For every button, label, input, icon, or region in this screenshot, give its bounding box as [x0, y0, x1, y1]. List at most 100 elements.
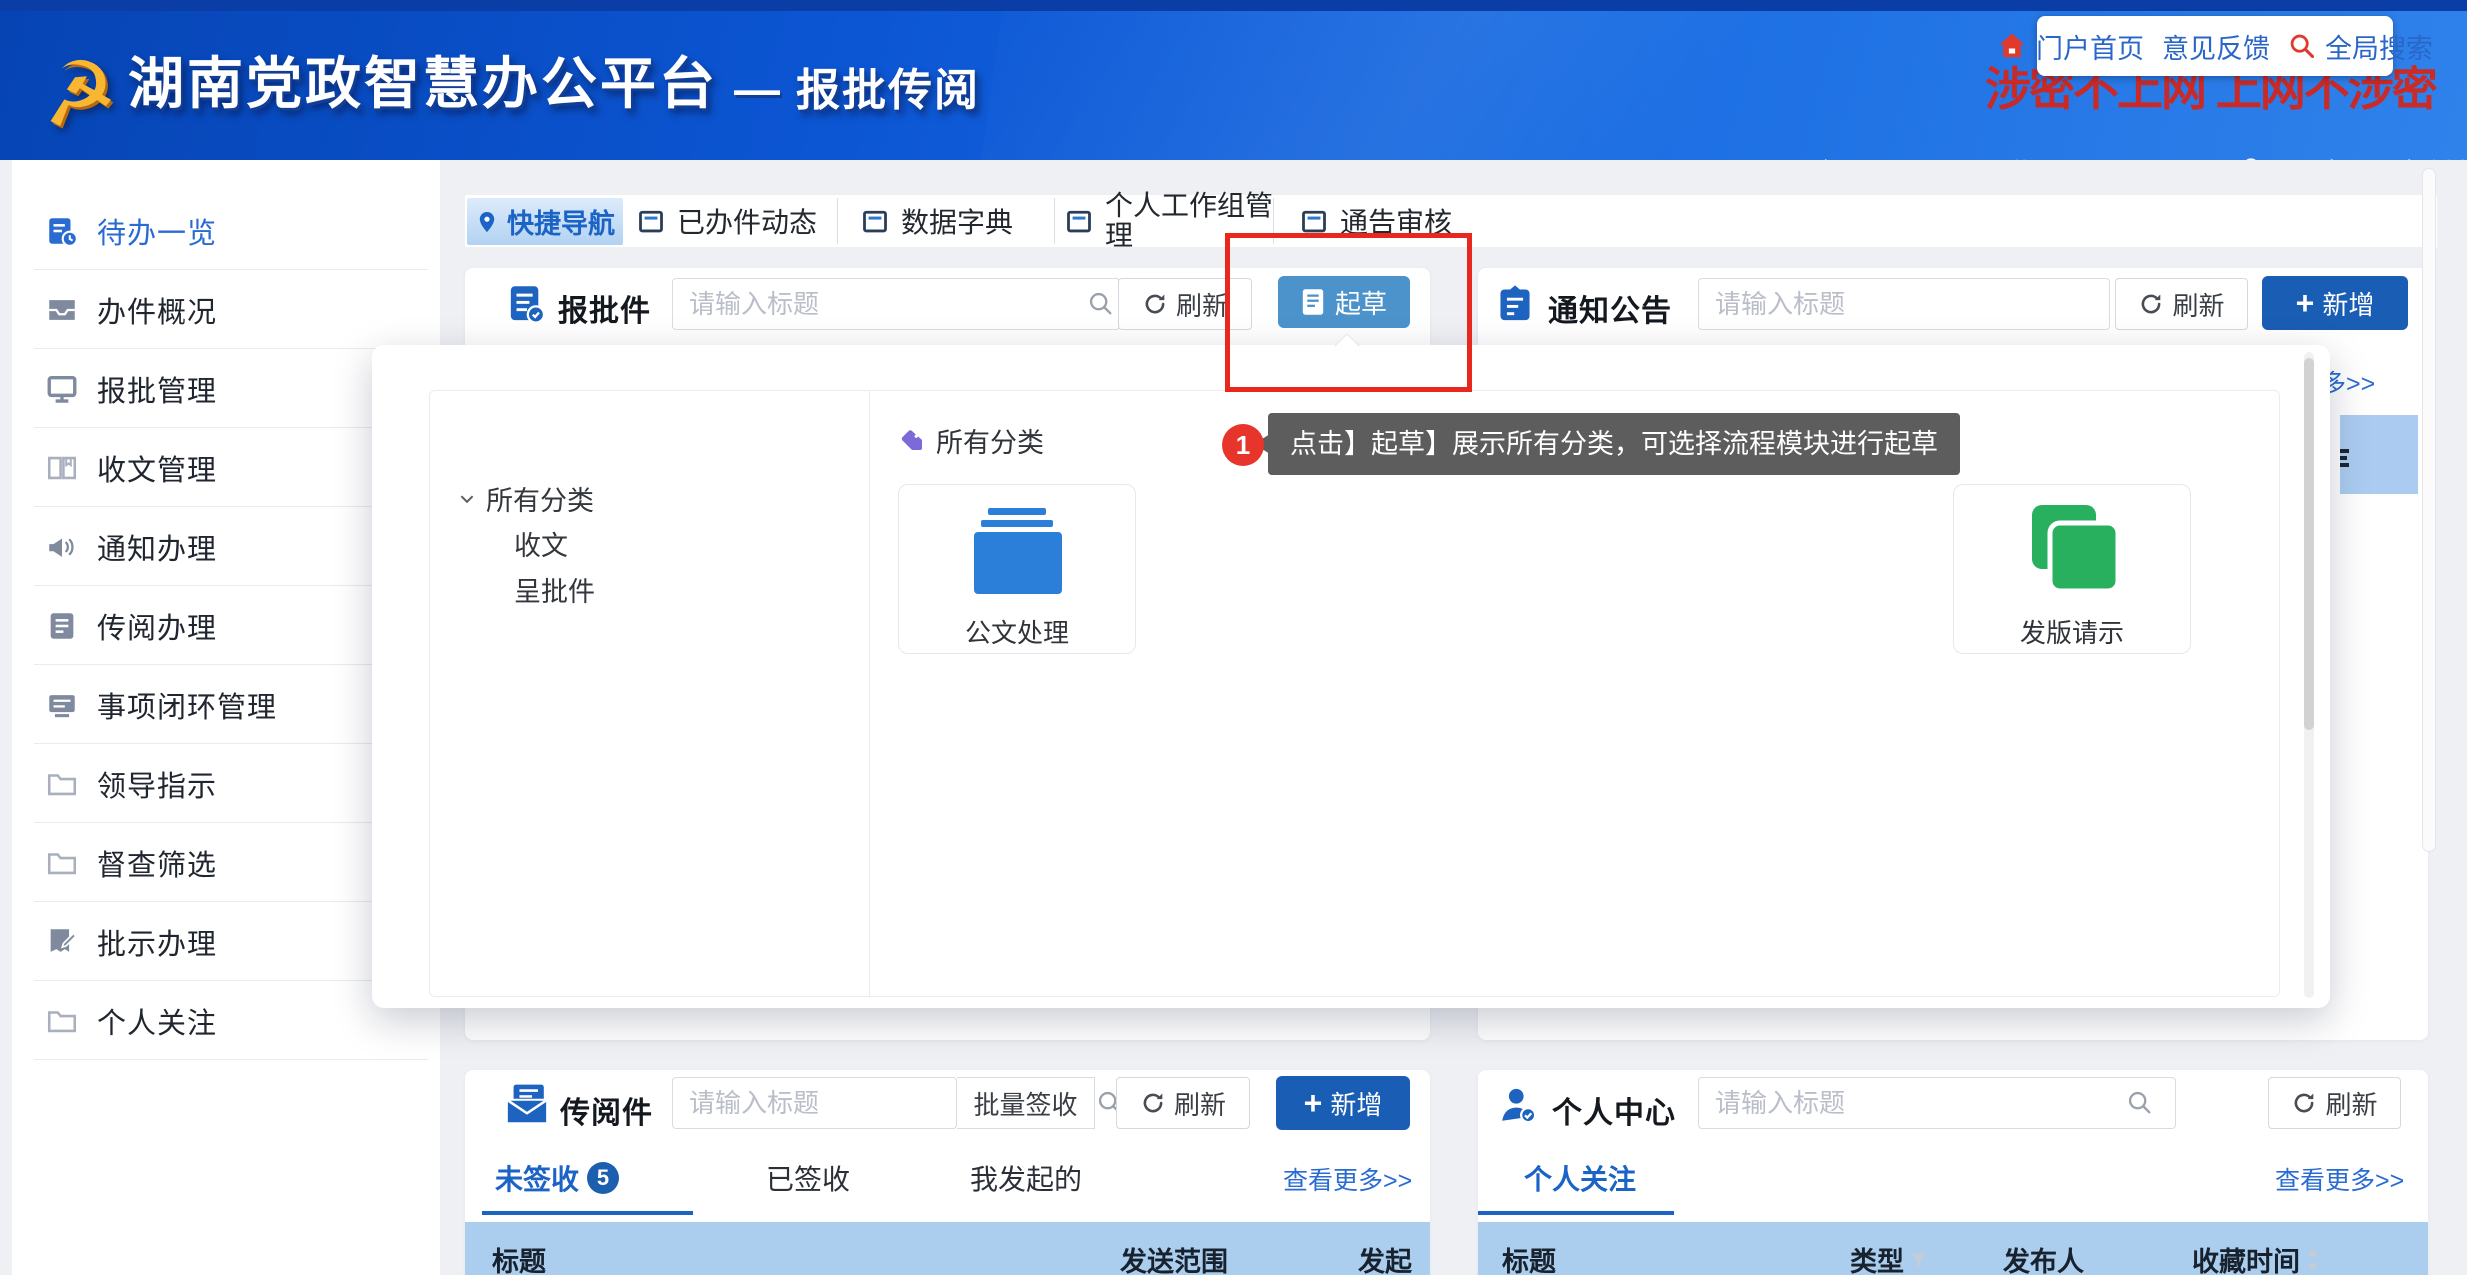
folder-icon — [45, 767, 79, 801]
user-group[interactable]: 交付组 — [2395, 150, 2467, 160]
sidebar-item-label: 传阅办理 — [97, 605, 217, 647]
module-card-release-request[interactable]: 发版请示 — [1953, 484, 2191, 654]
popup-scrollbar-track[interactable] — [2304, 352, 2314, 998]
user-name[interactable]: 易青阳 — [2287, 150, 2377, 160]
truncated-text-mark — [2340, 456, 2347, 460]
megaphone-icon — [45, 530, 79, 564]
sidebar-item-label: 事项闭环管理 — [97, 684, 277, 726]
active-tab-underline — [1478, 1211, 1674, 1215]
book-icon — [45, 451, 79, 485]
add-label: 新增 — [1330, 1085, 1382, 1122]
truncated-text-mark — [2340, 463, 2349, 467]
column-header-collect-time[interactable]: 收藏时间 — [2192, 1240, 2320, 1275]
sidebar-item-label: 督查筛选 — [97, 842, 217, 884]
refresh-label: 刷新 — [2325, 1085, 2377, 1122]
circulation-mail-icon — [505, 1083, 549, 1125]
circulation-view-more-link[interactable]: 查看更多>> — [1283, 1161, 1412, 1197]
tab-signed[interactable]: 已签收 — [766, 1158, 850, 1198]
search-icon — [2288, 32, 2316, 60]
quick-links-pill: 门户首页 意见反馈 全局搜索 — [2037, 16, 2393, 76]
sidebar-item-label: 办件概况 — [97, 289, 217, 331]
tab-label: 快捷导航 — [507, 202, 615, 241]
tab-initiated-by-me[interactable]: 我发起的 — [970, 1158, 1082, 1198]
add-label: 新增 — [2322, 285, 2374, 322]
filter-funnel-icon — [1910, 1251, 1928, 1269]
global-search-link[interactable]: 全局搜索 — [2325, 27, 2433, 66]
sidebar-item-label: 领导指示 — [97, 763, 217, 805]
calendar-icon — [861, 207, 889, 235]
refresh-icon — [2138, 291, 2164, 317]
section-title: 通知公告 — [1548, 286, 1672, 330]
approval-search-input[interactable] — [672, 278, 1120, 330]
tree-node-label: 收文 — [514, 524, 568, 563]
folder-icon — [45, 1004, 79, 1038]
tree-node-incoming[interactable]: 收文 — [514, 524, 568, 563]
circulation-section-card: 传阅件 批量签收 刷新 + 新增 未签收 5 已签收 我发起的 查看更多>> 标… — [465, 1070, 1430, 1275]
column-header-title: 标题 — [1502, 1240, 1556, 1275]
module-card-document-processing[interactable]: 公文处理 — [898, 484, 1136, 654]
tab-label: 已办件动态 — [677, 201, 817, 241]
circulation-refresh-button[interactable]: 刷新 — [1116, 1077, 1250, 1129]
annotation-highlight-rect — [1225, 233, 1472, 392]
tab-unsigned[interactable]: 未签收 5 — [495, 1158, 619, 1198]
sidebar-item-todo-overview[interactable]: 待办一览 — [12, 191, 440, 270]
loop-card-icon — [45, 688, 79, 722]
document-icon — [45, 609, 79, 643]
sidebar-item-label: 报批管理 — [97, 368, 217, 410]
personal-view-more-link[interactable]: 查看更多>> — [2275, 1161, 2404, 1197]
search-icon[interactable] — [2126, 1089, 2154, 1117]
notice-add-button[interactable]: + 新增 — [2262, 276, 2408, 330]
tab-label: 我发起的 — [970, 1158, 1082, 1198]
personal-center-icon — [1497, 1084, 1539, 1126]
circulation-add-button[interactable]: + 新增 — [1276, 1076, 1410, 1130]
notice-selected-row[interactable] — [2340, 415, 2418, 494]
column-header-send-range: 发送范围 — [1120, 1240, 1228, 1275]
module-label: 公文处理 — [899, 613, 1135, 650]
page-scrollbar-thumb[interactable] — [2422, 168, 2436, 852]
refresh-label: 刷新 — [1174, 1085, 1226, 1122]
sidebar-divider — [34, 1059, 428, 1060]
unsigned-count-badge: 5 — [587, 1162, 619, 1194]
sidebar-item-label: 批示办理 — [97, 921, 217, 963]
sort-arrows-icon — [2306, 1248, 2320, 1272]
popup-scrollbar-thumb[interactable] — [2304, 358, 2314, 730]
popup-content-title: 所有分类 — [936, 421, 1044, 460]
tab-personal-follow[interactable]: 个人关注 — [1524, 1158, 1636, 1198]
portal-home-link[interactable]: 门户首页 — [2036, 27, 2144, 66]
notice-refresh-button[interactable]: 刷新 — [2115, 278, 2248, 330]
header-top-strip — [0, 0, 2467, 11]
column-label: 收藏时间 — [2192, 1240, 2300, 1275]
tree-node-all-categories[interactable]: 所有分类 — [458, 479, 594, 518]
column-header-title: 标题 — [492, 1240, 546, 1275]
batch-sign-label: 批量签收 — [973, 1085, 1077, 1122]
tab-separator — [837, 198, 838, 244]
personal-refresh-button[interactable]: 刷新 — [2268, 1077, 2401, 1129]
circulation-search-input[interactable] — [672, 1077, 957, 1129]
section-title: 报批件 — [558, 286, 651, 330]
column-header-type[interactable]: 类型 — [1850, 1240, 1928, 1275]
app-title-dash: — — [734, 62, 780, 120]
sidebar-item-case-overview[interactable]: 办件概况 — [12, 270, 440, 349]
personal-search-input[interactable] — [1698, 1077, 2176, 1129]
sidebar-item-label: 待办一览 — [97, 210, 217, 252]
truncated-text-mark — [2340, 449, 2349, 453]
notice-board-icon — [1495, 283, 1535, 325]
module-label: 发版请示 — [1954, 613, 2190, 650]
tab-separator — [1054, 198, 1055, 244]
feedback-link[interactable]: 意见反馈 — [2162, 27, 2270, 66]
tab-data-dictionary[interactable]: 数据字典 — [861, 195, 1013, 247]
notice-search-input[interactable] — [1698, 278, 2110, 330]
tab-quick-nav[interactable]: 快捷导航 — [467, 198, 623, 245]
blue-docs-icon — [972, 508, 1064, 596]
chevron-down-icon — [458, 490, 476, 508]
popup-content-header: 所有分类 — [900, 421, 1044, 460]
column-label: 类型 — [1850, 1240, 1904, 1275]
approval-docs-icon — [507, 283, 547, 325]
tab-label: 数据字典 — [901, 201, 1013, 241]
tree-node-submission[interactable]: 呈批件 — [514, 570, 595, 609]
note-pen-icon — [45, 925, 79, 959]
tab-label: 未签收 — [495, 1158, 579, 1198]
tab-done-dynamics[interactable]: 已办件动态 — [637, 195, 817, 247]
tree-node-label: 所有分类 — [486, 479, 594, 518]
batch-sign-button[interactable]: 批量签收 — [957, 1077, 1095, 1129]
